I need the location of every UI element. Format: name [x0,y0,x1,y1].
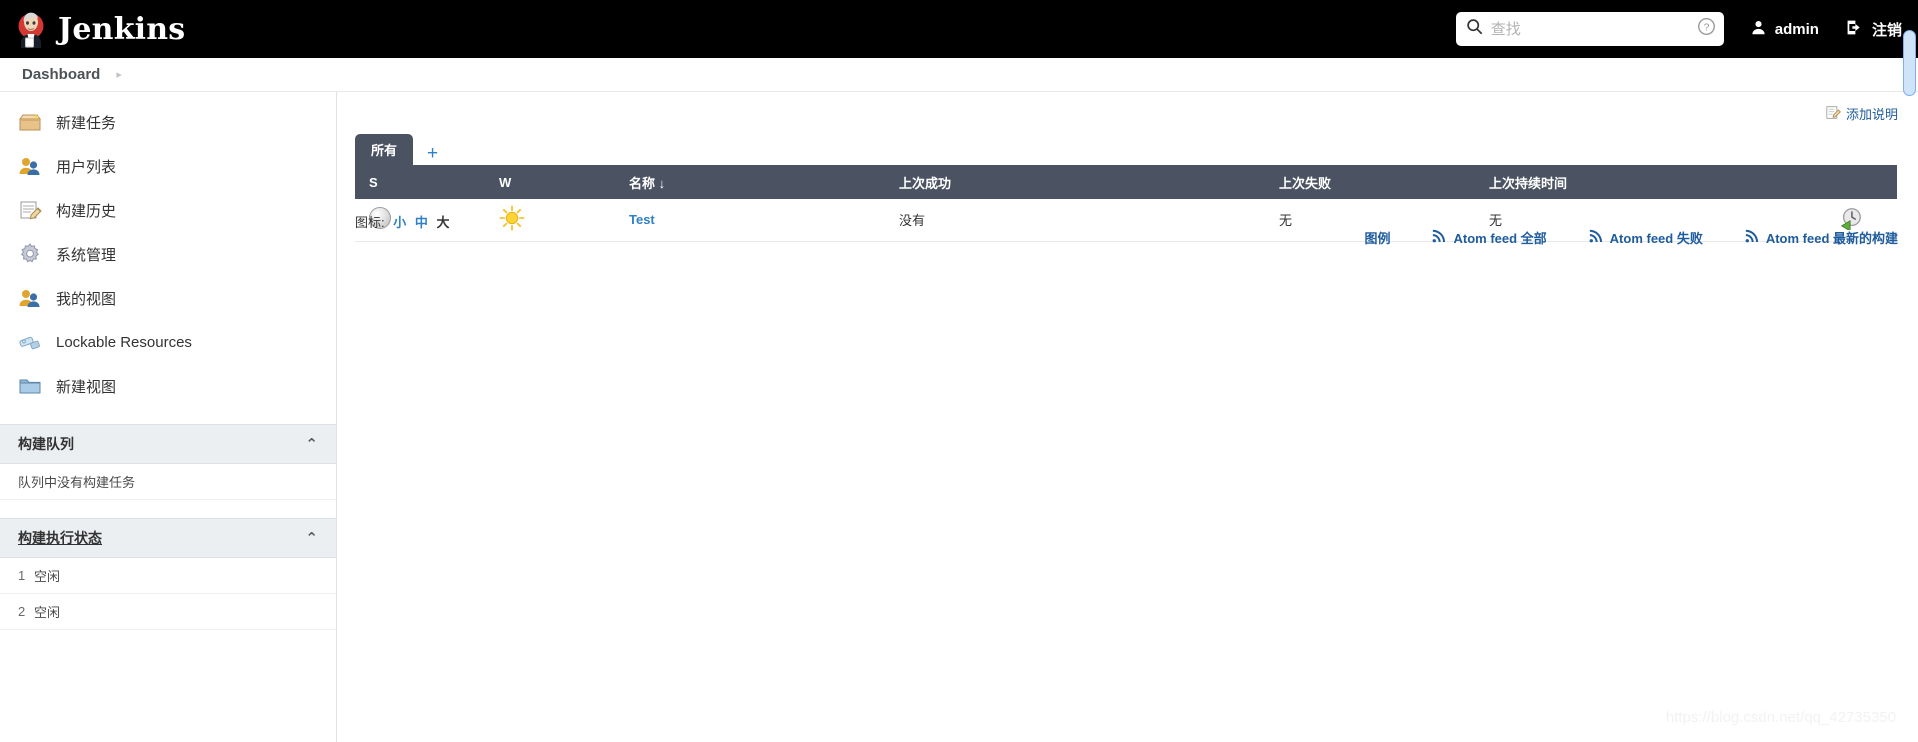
executor-status: 空闲 [34,569,61,584]
help-circle-icon[interactable]: ? [1697,17,1716,41]
jenkins-butler-logo-icon [14,10,48,48]
notepad-pencil-icon [18,198,42,222]
legend-link[interactable]: 图例 [1364,228,1390,247]
sidebar-item-label: 我的视图 [56,290,117,308]
executor-index: 1 [18,568,26,583]
search-input[interactable] [1490,20,1697,38]
atom-feed-latest-label: Atom feed 最新的构建 [1765,231,1898,246]
person-icon [1750,19,1767,40]
atom-feed-failed-link[interactable]: Atom feed 失败 [1589,228,1703,247]
tab-all[interactable]: 所有 [355,134,414,165]
atom-feed-latest-link[interactable]: Atom feed 最新的构建 [1745,228,1898,247]
rss-icon [1432,229,1446,246]
svg-text:?: ? [1703,22,1709,33]
new-item-box-icon [18,110,42,134]
build-queue-title: 构建队列 [18,436,74,452]
build-queue-section-header[interactable]: 构建队列 ⌃ [0,424,336,464]
breadcrumb-item-dashboard[interactable]: Dashboard [22,66,100,83]
sidebar-item-my-views[interactable]: 我的视图 [0,276,336,320]
build-queue-empty-message: 队列中没有构建任务 [0,464,336,500]
sidebar-item-label: Lockable Resources [56,333,192,351]
rss-icon [1589,229,1603,246]
sidebar-item-label: 新建视图 [56,378,117,396]
logout-button[interactable]: 注销 [1845,18,1902,41]
atom-feed-all-label: Atom feed 全部 [1453,231,1547,246]
view-tab-bar: 所有 + [355,134,1897,165]
build-queue-empty-label: 队列中没有构建任务 [18,475,136,490]
cell-last-success: 没有 [885,199,1265,242]
executor-status: 空闲 [34,605,61,620]
people-icon [18,154,42,178]
search-icon [1466,18,1483,40]
sidebar-item-label: 构建历史 [56,202,117,220]
logout-label: 注销 [1871,21,1902,39]
column-header-actions [1825,165,1897,199]
sidebar-item-new-job[interactable]: 新建任务 [0,100,336,144]
atom-feed-failed-label: Atom feed 失败 [1609,231,1703,246]
folder-icon [18,374,42,398]
executor-row[interactable]: 1 空闲 [0,558,336,594]
chevron-up-icon[interactable]: ⌃ [305,435,318,453]
column-header-weather[interactable]: W [485,165,615,199]
logout-icon [1845,18,1864,41]
scrollbar-thumb[interactable] [1903,30,1916,96]
column-header-last-success[interactable]: 上次成功 [885,165,1265,199]
sidebar-item-label: 系统管理 [56,246,117,264]
lock-resource-icon [18,330,42,354]
column-header-name[interactable]: 名称 ↓ [615,165,885,199]
user-menu-admin[interactable]: admin [1750,19,1819,40]
executor-index: 2 [18,604,26,619]
user-name-label: admin [1774,20,1819,38]
header-right-group: ? admin 注销 [1455,12,1918,46]
chevron-right-icon[interactable]: ▸ [116,68,122,81]
breadcrumb: Dashboard ▸ [0,58,1918,92]
atom-feed-all-link[interactable]: Atom feed 全部 [1432,228,1547,247]
feed-links-row: 图例 Atom feed 全部 Atom feed 失败 Atom feed 最… [1364,228,1898,247]
icon-size-small[interactable]: 小 [393,215,406,230]
add-description-label: 添加说明 [1845,107,1898,122]
people-icon [18,286,42,310]
build-executor-section-header[interactable]: 构建执行状态 ⌃ [0,518,336,558]
brand-home-link[interactable]: Jenkins [0,10,185,48]
sidebar-item-label: 新建任务 [56,114,117,132]
column-header-last-failure[interactable]: 上次失败 [1265,165,1475,199]
page-scrollbar[interactable] [1901,0,1918,742]
icon-size-label: 图标: [355,215,385,230]
search-box[interactable]: ? [1455,12,1724,46]
sidebar-item-manage-jenkins[interactable]: 系统管理 [0,232,336,276]
top-header: Jenkins ? [0,0,1918,58]
add-description-link[interactable]: 添加说明 [1826,104,1898,123]
executor-row[interactable]: 2 空闲 [0,594,336,630]
watermark-text: https://blog.csdn.net/qq_42735350 [1665,709,1896,726]
column-header-status[interactable]: S [355,165,485,199]
main-content: 添加说明 所有 + S W 名称 ↓ 上次成功 上次失败 上次持续时间 Test… [337,92,1918,742]
column-header-last-duration[interactable]: 上次持续时间 [1475,165,1825,199]
sidebar-item-build-history[interactable]: 构建历史 [0,188,336,232]
sidebar-item-new-view[interactable]: 新建视图 [0,364,336,408]
build-executor-title: 构建执行状态 [18,530,102,546]
sidebar: 新建任务 用户列表 构建历史 系统管理 我的视图 Lockable Resour… [0,92,337,742]
cell-weather [485,199,615,242]
cell-name: Test [615,199,885,242]
rss-icon [1745,229,1759,246]
edit-note-icon [1826,105,1841,123]
add-view-tab-button[interactable]: + [413,143,452,165]
brand-title: Jenkins [58,11,186,47]
icon-size-large[interactable]: 大 [437,215,450,230]
sidebar-item-users[interactable]: 用户列表 [0,144,336,188]
job-link-test[interactable]: Test [629,212,655,227]
icon-size-medium[interactable]: 中 [415,215,428,230]
gear-icon [18,242,42,266]
sidebar-item-label: 用户列表 [56,158,117,176]
sidebar-item-lockable-resources[interactable]: Lockable Resources [0,320,336,364]
jobs-table-header-row: S W 名称 ↓ 上次成功 上次失败 上次持续时间 [355,165,1897,199]
chevron-up-icon[interactable]: ⌃ [305,529,318,547]
sunny-weather-icon[interactable] [499,205,525,234]
icon-size-selector: 图标: 小 中 大 [355,212,450,231]
